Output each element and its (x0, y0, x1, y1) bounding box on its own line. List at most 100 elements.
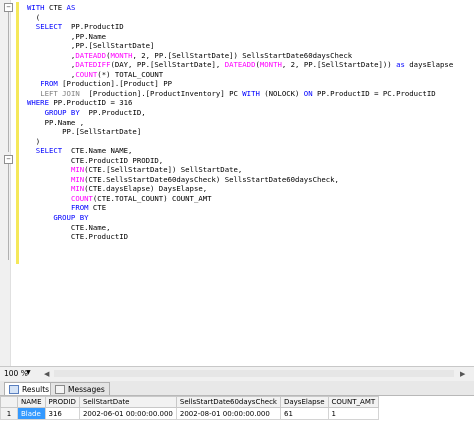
code-token: PP.ProductID = PC.ProductID (312, 88, 436, 98)
table-row[interactable]: 1 Blade 316 2002-06-01 00:00:00.000 2002-08-… (0, 407, 380, 420)
collapse-icon[interactable]: − (4, 3, 13, 12)
code-line[interactable]: GROUP BY (27, 213, 453, 223)
code-token: WHERE (27, 98, 49, 108)
code-token: (*) TOTAL_COUNT (97, 69, 164, 79)
code-line[interactable]: CTE.ProductID (27, 232, 453, 242)
code-line[interactable]: CTE.ProductID PRODID, (27, 156, 453, 166)
column-header[interactable]: NAME (17, 396, 46, 408)
query-editor[interactable]: − − WITH CTE AS ( SELECT PP.ProductID ,P… (0, 0, 474, 366)
code-line[interactable]: ,DATEDIFF(DAY, PP.[SellStartDate], DATEA… (27, 60, 453, 70)
code-token: daysElapse (404, 60, 454, 70)
code-token: (CTE.SellsStartDate60daysCheck) SellsSta… (84, 174, 339, 184)
results-grid[interactable]: NAME PRODID SellStartDate SellsStartDate60d… (0, 396, 474, 437)
code-token: PP.ProductID, (79, 108, 146, 118)
code-token: (NOLOCK) (259, 88, 304, 98)
code-token: FROM (70, 203, 89, 213)
code-token: ,PP.Name (27, 31, 107, 41)
code-line[interactable]: WHERE PP.ProductID = 316 (27, 98, 453, 108)
table-cell[interactable]: 2002-06-01 00:00:00.000 (78, 407, 177, 420)
column-header[interactable]: SellStartDate (78, 396, 177, 408)
code-token: (CTE.TOTAL_COUNT) COUNT_AMT (92, 193, 212, 203)
code-token: MONTH (259, 60, 282, 70)
column-header[interactable]: COUNT_AMT (327, 396, 380, 408)
code-token: ) (27, 136, 41, 146)
code-token: CTE (44, 3, 67, 12)
code-line[interactable]: ,COUNT(*) TOTAL_COUNT (27, 70, 453, 80)
tab-messages[interactable]: Messages (50, 382, 110, 395)
code-token: CTE.ProductID (27, 232, 129, 242)
code-line[interactable]: PP.[SellStartDate] (27, 127, 453, 137)
messages-icon (55, 384, 65, 394)
code-line[interactable]: SELECT PP.ProductID (27, 22, 453, 32)
code-token: WITH (27, 3, 45, 12)
table-cell[interactable]: 2002-08-01 00:00:00.000 (175, 407, 281, 420)
table-cell[interactable]: 1 (327, 407, 380, 420)
code-token: PP.ProductID (62, 22, 124, 32)
code-token: WITH (242, 88, 260, 98)
code-line[interactable]: MIN(CTE.[SellStartDate]) SellStartDate, (27, 165, 453, 175)
code-line[interactable]: WITH CTE AS (27, 3, 453, 13)
chevron-down-icon[interactable]: ▼ (26, 369, 31, 376)
table-cell[interactable]: Blade (17, 407, 46, 420)
scroll-left-icon[interactable]: ◀ (44, 370, 49, 378)
code-line[interactable]: COUNT(CTE.TOTAL_COUNT) COUNT_AMT (27, 194, 453, 204)
code-line[interactable]: SELECT CTE.Name NAME, (27, 146, 453, 156)
row-number[interactable]: 1 (0, 407, 18, 420)
code-token: LEFT JOIN (40, 88, 80, 98)
code-line[interactable]: ,DATEADD(MONTH, 2, PP.[SellStartDate]) S… (27, 51, 453, 61)
code-line[interactable]: FROM [Production].[Product] PP (27, 79, 453, 89)
code-line[interactable]: ( (27, 13, 453, 23)
table-cell[interactable]: 316 (44, 407, 80, 420)
code-token: (CTE.daysElapse) DaysElapse, (84, 184, 208, 194)
code-line[interactable]: CTE.Name, (27, 223, 453, 233)
code-line[interactable]: PP.Name , (27, 118, 453, 128)
collapse-icon[interactable]: − (4, 155, 13, 164)
code-token: [Production].[Product] PP (57, 79, 172, 89)
tab-results[interactable]: Results (4, 382, 55, 395)
code-token: MIN (70, 184, 85, 194)
code-line[interactable]: LEFT JOIN [Production].[ProductInventory… (27, 89, 453, 99)
code-token: (DAY, PP.[SellStartDate], (110, 60, 225, 70)
code-token: COUNT (70, 193, 93, 203)
code-token: SELECT (35, 146, 63, 156)
scroll-right-icon[interactable]: ▶ (460, 370, 465, 378)
column-header[interactable]: PRODID (44, 396, 80, 408)
code-token: PP.ProductID = 316 (48, 98, 133, 108)
grid-corner[interactable] (0, 396, 18, 408)
code-token: COUNT (75, 69, 98, 79)
sql-code[interactable]: WITH CTE AS ( SELECT PP.ProductID ,PP.Na… (27, 3, 453, 242)
code-line[interactable]: FROM CTE (27, 203, 453, 213)
column-header[interactable]: SellsStartDate60daysCheck (175, 396, 281, 408)
code-line[interactable]: GROUP BY PP.ProductID, (27, 108, 453, 118)
tab-results-label: Results (22, 384, 50, 394)
code-token: CTE (88, 203, 107, 213)
code-line[interactable]: MIN(CTE.SellsStartDate60daysCheck) Sells… (27, 175, 453, 185)
code-token: AS (66, 3, 76, 12)
fold-guide (8, 164, 9, 260)
code-line[interactable]: ,PP.Name (27, 32, 453, 42)
editor-gutter: − − (0, 0, 13, 366)
tab-messages-label: Messages (68, 384, 105, 394)
table-cell[interactable]: 61 (279, 407, 329, 420)
code-token: DATEADD (224, 60, 256, 70)
code-token: GROUP BY (44, 108, 80, 118)
editor-status-bar: 100 % ▼ ◀ ▶ (0, 366, 474, 382)
code-token: , (27, 60, 76, 70)
zoom-level[interactable]: 100 % (4, 369, 28, 378)
code-token: ,PP.[SellStartDate] (27, 41, 155, 51)
code-line[interactable]: ,PP.[SellStartDate] (27, 41, 453, 51)
code-line[interactable]: ) (27, 137, 453, 147)
column-header[interactable]: DaysElapse (279, 396, 329, 408)
code-token: PP.Name , (27, 117, 85, 127)
code-token: [Production].[ProductInventory] PC (79, 88, 243, 98)
code-line[interactable]: MIN(CTE.daysElapse) DaysElapse, (27, 184, 453, 194)
horizontal-scrollbar[interactable] (54, 370, 454, 377)
code-token: ON (303, 88, 313, 98)
